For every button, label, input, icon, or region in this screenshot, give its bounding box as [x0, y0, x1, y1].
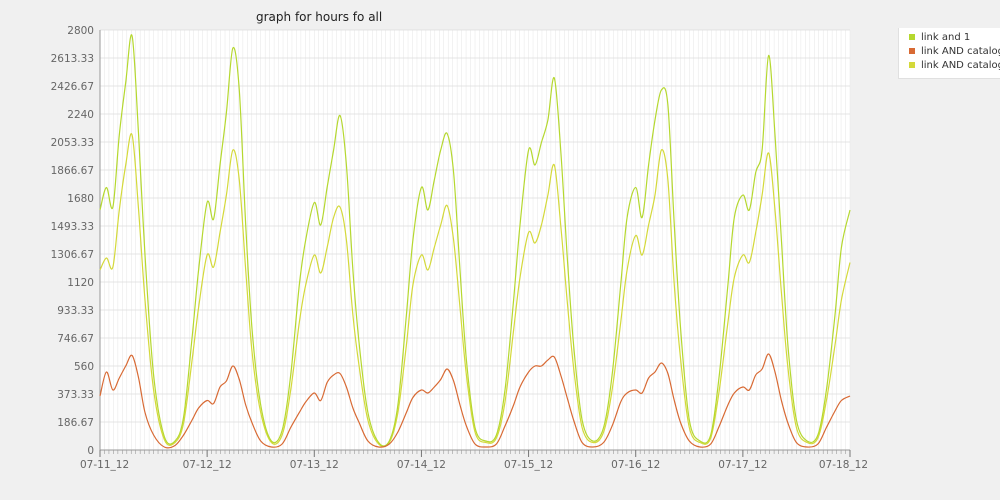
- y-tick-label: 373.33: [57, 389, 94, 401]
- x-tick-label: 07-17_12: [718, 459, 767, 471]
- legend-swatch-icon: [909, 48, 915, 54]
- x-tick-label: 07-13_12: [290, 459, 339, 471]
- y-tick-label: 0: [87, 445, 94, 457]
- legend-label: link and 1: [921, 32, 971, 43]
- legend-label: link AND catalog: [921, 46, 1000, 57]
- y-tick-label: 933.33: [57, 305, 94, 317]
- x-tick-label: 07-12_12: [183, 459, 232, 471]
- legend-swatch-icon: [909, 62, 915, 68]
- y-tick-label: 1866.67: [51, 165, 94, 177]
- y-tick-label: 1306.67: [51, 249, 94, 261]
- x-tick-label: 07-15_12: [504, 459, 553, 471]
- x-tick-label: 07-18_12: [819, 459, 868, 471]
- legend-item[interactable]: link and 1: [909, 32, 970, 43]
- legend-item[interactable]: link AND catalog: [909, 46, 1000, 57]
- y-tick-label: 560: [74, 361, 94, 373]
- y-tick-label: 2240: [67, 109, 94, 121]
- y-tick-label: 1493.33: [51, 221, 94, 233]
- y-tick-label: 186.67: [57, 417, 94, 429]
- y-tick-label: 2426.67: [51, 81, 94, 93]
- line-chart: 0 186.67 373.33 560 746.67 933.33 1120 1306.67 1…: [51, 25, 868, 471]
- x-tick-label: 07-16_12: [611, 459, 660, 471]
- legend-label: link AND catalog: [921, 60, 1000, 71]
- y-tick-label: 1680: [67, 193, 94, 205]
- legend-item[interactable]: link AND catalog: [909, 60, 1000, 71]
- y-tick-label: 1120: [67, 277, 94, 289]
- chart-frame: graph for hours fo all 0 186.67 373.33 560 7…: [0, 0, 1000, 500]
- y-tick-label: 746.67: [57, 333, 94, 345]
- x-tick-label: 07-11_12: [80, 459, 129, 471]
- y-tick-label: 2800: [67, 25, 94, 37]
- y-tick-label: 2053.33: [51, 137, 94, 149]
- legend-swatch-icon: [909, 34, 915, 40]
- legend: link and 1 link AND catalog link AND cat…: [898, 28, 1000, 79]
- y-tick-label: 2613.33: [51, 53, 94, 65]
- x-tick-label: 07-14_12: [397, 459, 446, 471]
